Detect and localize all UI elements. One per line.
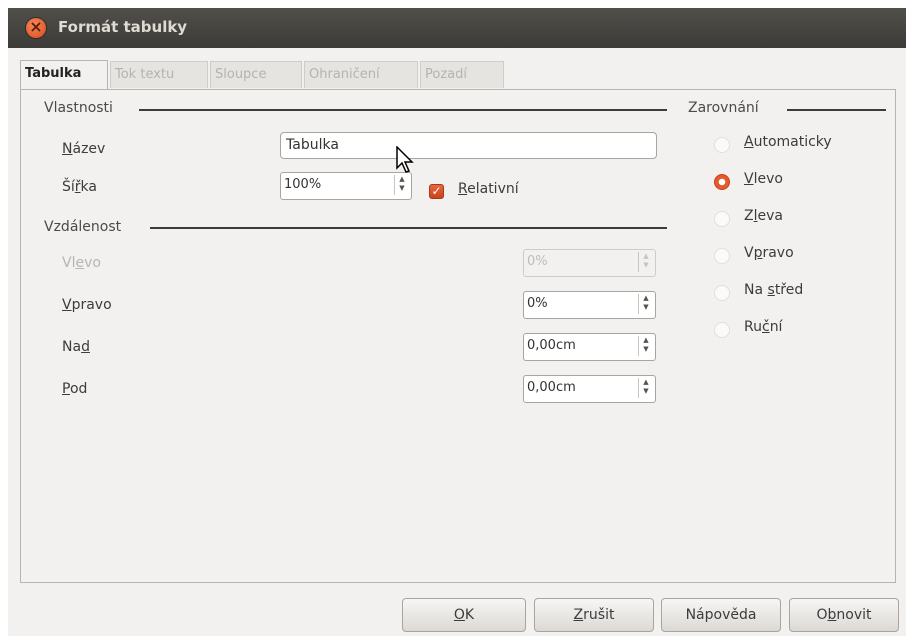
- above-label: Nad: [62, 339, 90, 355]
- alignment-left-label: Vlevo: [744, 171, 783, 187]
- title-bar: Formát tabulky: [8, 8, 906, 48]
- spin-arrows-icon[interactable]: ▲ ▼: [638, 336, 653, 356]
- mouse-pointer-icon: [396, 146, 414, 173]
- alignment-manual-label: Ruční: [744, 319, 783, 335]
- above-value: 0,00cm: [527, 338, 576, 353]
- alignment-heading: Zarovnání: [688, 100, 759, 116]
- close-icon[interactable]: [26, 17, 46, 38]
- radio-from-left[interactable]: [714, 211, 730, 227]
- radio-left[interactable]: [714, 174, 730, 190]
- tab-text-flow[interactable]: Tok textu: [110, 61, 208, 88]
- below-value: 0,00cm: [527, 380, 576, 395]
- tab-table[interactable]: Tabulka: [20, 60, 108, 89]
- radio-center[interactable]: [714, 285, 730, 301]
- width-spinbox[interactable]: 100% ▲ ▼: [280, 172, 412, 200]
- relative-label: Relativní: [458, 181, 519, 197]
- alignment-automatic-label: Automaticky: [744, 134, 832, 150]
- right-label: Vpravo: [62, 297, 112, 313]
- alignment-divider: [787, 109, 886, 111]
- radio-right[interactable]: [714, 248, 730, 264]
- below-spinbox[interactable]: 0,00cm ▲ ▼: [523, 375, 656, 403]
- help-button[interactable]: Nápověda: [661, 598, 781, 632]
- alignment-from-left-label: Zleva: [744, 208, 783, 224]
- right-spinbox[interactable]: 0% ▲ ▼: [523, 291, 656, 319]
- radio-automatic[interactable]: [714, 137, 730, 153]
- ok-button[interactable]: OK: [402, 598, 526, 632]
- width-label: Šířka: [62, 179, 97, 195]
- above-spinbox[interactable]: 0,00cm ▲ ▼: [523, 333, 656, 361]
- name-label: Název: [62, 141, 106, 157]
- cancel-button[interactable]: Zrušit: [534, 598, 654, 632]
- relative-checkbox[interactable]: ✓: [429, 184, 444, 199]
- left-label: Vlevo: [62, 255, 101, 271]
- tab-panel: [20, 89, 896, 583]
- spin-arrows-icon[interactable]: ▲ ▼: [638, 378, 653, 398]
- properties-heading: Vlastnosti: [44, 100, 113, 116]
- below-label: Pod: [62, 381, 88, 397]
- format-table-dialog: Formát tabulky Tabulka Tok textu Sloupce…: [8, 8, 906, 636]
- left-spinbox: 0% ▲ ▼: [523, 249, 656, 277]
- properties-divider: [139, 109, 667, 111]
- tab-columns[interactable]: Sloupce: [210, 61, 302, 88]
- right-value: 0%: [527, 296, 548, 311]
- tab-borders[interactable]: Ohraničení: [304, 61, 418, 88]
- spacing-heading: Vzdálenost: [44, 219, 122, 235]
- spin-arrows-icon[interactable]: ▲ ▼: [394, 175, 409, 195]
- spin-arrows-icon: ▲ ▼: [638, 252, 653, 272]
- tab-background[interactable]: Pozadí: [420, 61, 504, 88]
- alignment-center-label: Na střed: [744, 282, 804, 298]
- reset-button[interactable]: Obnovit: [789, 598, 899, 632]
- width-value: 100%: [284, 177, 322, 192]
- name-input[interactable]: Tabulka: [280, 132, 657, 159]
- left-value: 0%: [527, 254, 548, 269]
- window-title: Formát tabulky: [58, 18, 188, 36]
- alignment-right-label: Vpravo: [744, 245, 794, 261]
- spin-arrows-icon[interactable]: ▲ ▼: [638, 294, 653, 314]
- radio-manual[interactable]: [714, 322, 730, 338]
- spacing-divider: [150, 227, 667, 229]
